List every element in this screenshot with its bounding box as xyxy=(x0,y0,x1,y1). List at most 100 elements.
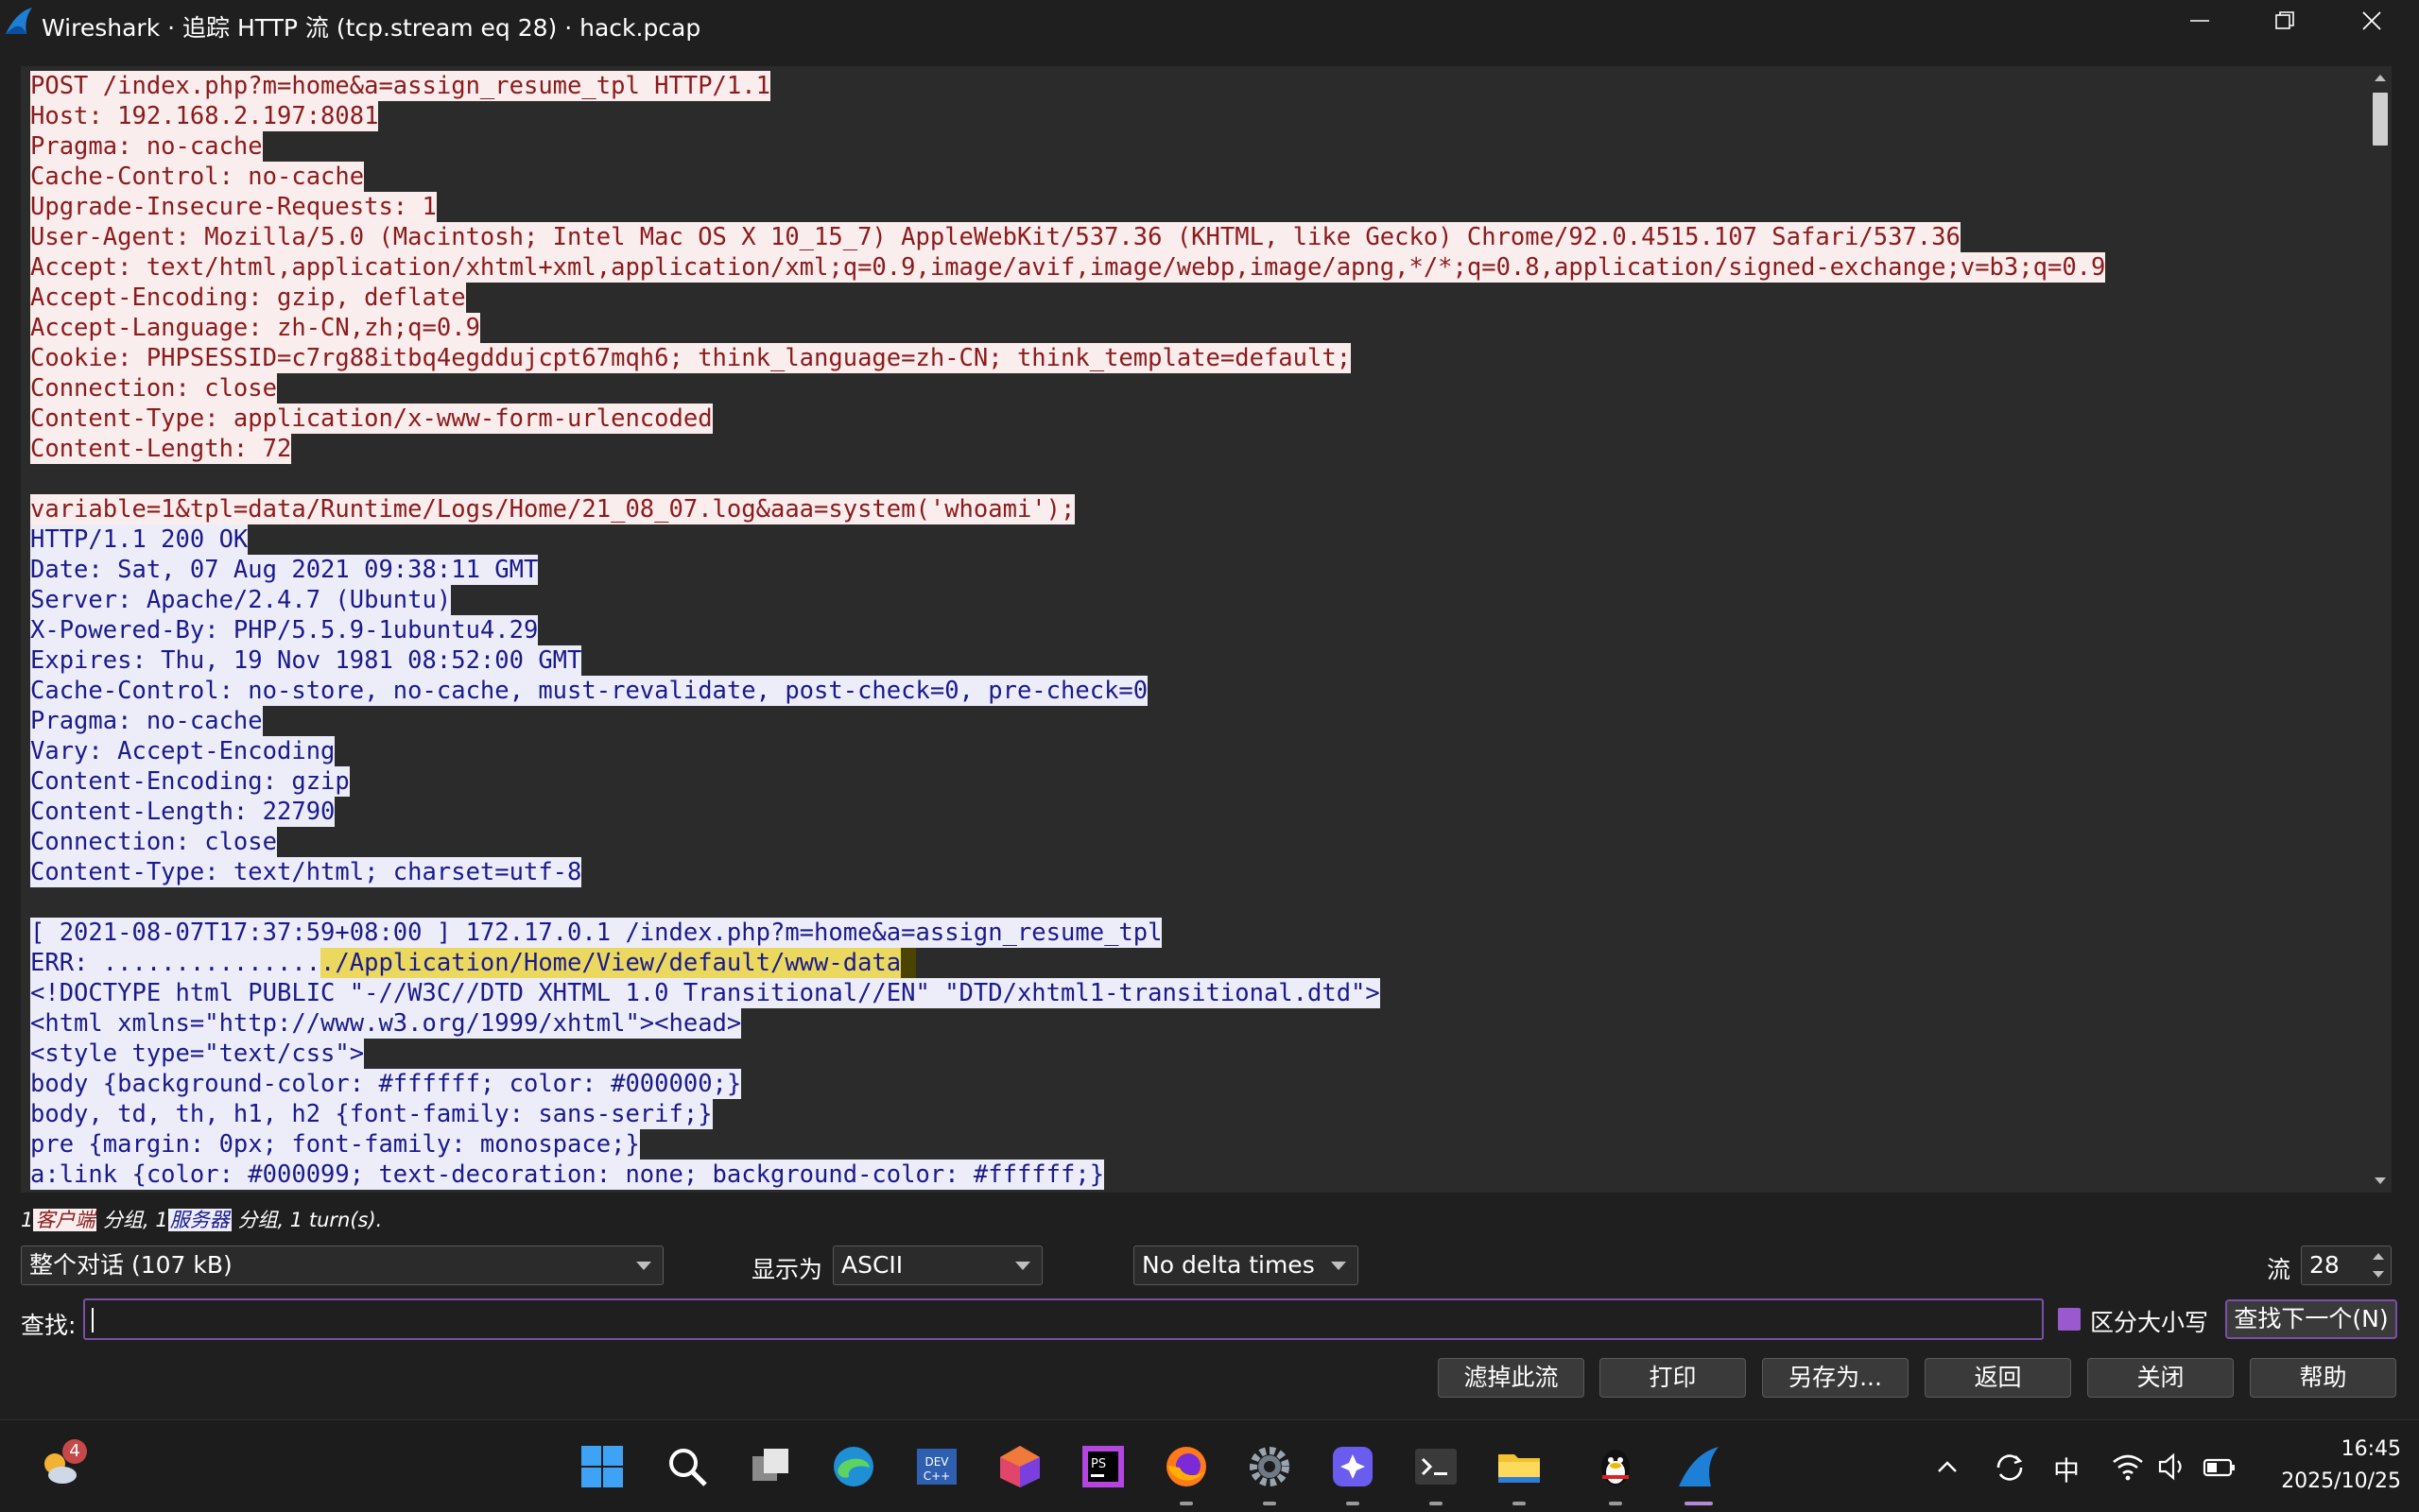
stream-line: X-Powered-By: PHP/5.5.9-1ubuntu4.29 xyxy=(30,615,2105,645)
close-window-button[interactable] xyxy=(2331,0,2414,43)
stream-line: Accept-Encoding: gzip, deflate xyxy=(30,283,2105,313)
client-text: Cache-Control: no-cache xyxy=(30,162,365,192)
server-text: Expires: Thu, 19 Nov 1981 08:52:00 GMT xyxy=(30,645,582,676)
filter-out-stream-button[interactable]: 滤掉此流 xyxy=(1438,1358,1584,1398)
stream-line: Content-Type: text/html; charset=utf-8 xyxy=(30,857,2105,887)
selection-cursor xyxy=(901,948,916,978)
chevron-up-icon[interactable] xyxy=(1934,1454,1961,1481)
windows-start-icon[interactable] xyxy=(579,1443,626,1490)
scroll-down-arrow-icon[interactable] xyxy=(2369,1170,2392,1193)
case-sensitive-checkbox[interactable] xyxy=(2058,1308,2081,1331)
client-text: Accept-Language: zh-CN,zh;q=0.9 xyxy=(30,313,480,343)
conversation-select[interactable]: 整个对话 (107 kB) xyxy=(21,1246,664,1285)
close-button[interactable]: 关闭 xyxy=(2087,1358,2234,1398)
client-text: Cookie: PHPSESSID=c7rg88itbq4egddujcpt67… xyxy=(30,343,1352,373)
server-text: pre {margin: 0px; font-family: monospace… xyxy=(30,1129,640,1160)
copilot-app-icon[interactable] xyxy=(1329,1443,1376,1490)
clock-time[interactable]: 16:45 xyxy=(2307,1437,2401,1461)
show-as-select-value: ASCII xyxy=(841,1251,904,1279)
wifi-icon[interactable] xyxy=(2112,1452,2144,1481)
client-text: Accept-Encoding: gzip, deflate xyxy=(30,283,466,313)
text-caret xyxy=(92,1308,94,1332)
show-as-select[interactable]: ASCII xyxy=(833,1246,1043,1285)
stream-line: Pragma: no-cache xyxy=(30,706,2105,736)
stream-line: a:link {color: #000099; text-decoration:… xyxy=(30,1160,2105,1190)
stream-line xyxy=(30,887,2105,918)
vertical-scrollbar[interactable] xyxy=(2369,66,2392,1193)
server-text: Server: Apache/2.4.7 (Ubuntu) xyxy=(30,585,452,615)
show-as-label: 显示为 xyxy=(752,1256,823,1283)
client-suffix: 分组, xyxy=(96,1209,156,1231)
delta-times-value: No delta times xyxy=(1142,1251,1315,1279)
stream-number-spinbox[interactable]: 28 xyxy=(2301,1246,2392,1285)
server-text: Content-Type: text/html; charset=utf-8 xyxy=(30,857,582,887)
sync-icon[interactable] xyxy=(1993,1451,2027,1485)
find-next-button[interactable]: 查找下一个(N) xyxy=(2225,1299,2397,1339)
server-text: HTTP/1.1 200 OK xyxy=(30,524,249,555)
stream-line: HTTP/1.1 200 OK xyxy=(30,524,2105,555)
terminal-running-indicator xyxy=(1429,1502,1443,1505)
svg-text:DEV: DEV xyxy=(924,1455,949,1469)
weather-badge: 4 xyxy=(62,1439,87,1464)
stream-line: Connection: close xyxy=(30,373,2105,404)
server-text: ERR: ............... xyxy=(30,948,321,978)
firefox-icon[interactable] xyxy=(1163,1443,1210,1490)
stream-label: 流 xyxy=(2267,1256,2291,1283)
help-button[interactable]: 帮助 xyxy=(2250,1358,2396,1398)
svg-text:C++: C++ xyxy=(924,1469,951,1483)
spin-up-icon[interactable] xyxy=(2368,1247,2389,1264)
ime-indicator[interactable]: 中 xyxy=(2053,1451,2080,1488)
packet-summary: 1客户端 分组, 1服务器 分组, 1 turn(s). xyxy=(21,1205,382,1233)
case-sensitive-label[interactable]: 区分大小写 xyxy=(2090,1304,2208,1338)
find-input[interactable] xyxy=(83,1298,2044,1340)
server-text: Date: Sat, 07 Aug 2021 09:38:11 GMT xyxy=(30,555,539,585)
jetbrains-toolbox-icon[interactable] xyxy=(996,1443,1044,1490)
battery-icon[interactable] xyxy=(2203,1456,2237,1479)
client-text: User-Agent: Mozilla/5.0 (Macintosh; Inte… xyxy=(30,222,1961,252)
explorer-running-indicator xyxy=(1512,1502,1526,1505)
taskbar: 4 DEV C++ PS 中 16:45 2025/10/25 xyxy=(0,1419,2419,1512)
chevron-down-icon xyxy=(636,1262,651,1270)
stream-text-area[interactable]: POST /index.php?m=home&a=assign_resume_t… xyxy=(21,66,2369,1193)
devcpp-icon[interactable]: DEVC++ xyxy=(913,1443,960,1490)
volume-icon[interactable] xyxy=(2157,1452,2187,1481)
settings-gear-icon[interactable] xyxy=(1246,1443,1293,1490)
file-explorer-icon[interactable] xyxy=(1495,1443,1543,1490)
search-icon[interactable] xyxy=(664,1443,711,1490)
client-count: 1 xyxy=(21,1209,34,1231)
stream-line: ERR: ................/Application/Home/V… xyxy=(30,948,2105,978)
wireshark-active-indicator xyxy=(1685,1502,1713,1505)
minimize-icon xyxy=(2190,20,2209,22)
terminal-icon[interactable] xyxy=(1412,1443,1460,1490)
client-text: Content-Type: application/x-www-form-url… xyxy=(30,404,713,434)
stream-lines: POST /index.php?m=home&a=assign_resume_t… xyxy=(30,71,2106,1190)
spin-down-icon[interactable] xyxy=(2368,1266,2389,1283)
scrollbar-thumb[interactable] xyxy=(2373,93,2388,146)
client-text: Content-Length: 72 xyxy=(30,434,292,464)
stream-line: Cache-Control: no-store, no-cache, must-… xyxy=(30,676,2105,706)
stream-line: variable=1&tpl=data/Runtime/Logs/Home/21… xyxy=(30,494,2105,524)
chevron-down-icon xyxy=(1015,1262,1030,1270)
server-text: Connection: close xyxy=(30,827,277,857)
restore-icon xyxy=(2275,11,2294,29)
minimize-button[interactable] xyxy=(2159,0,2242,43)
scroll-up-arrow-icon[interactable] xyxy=(2369,66,2392,89)
phpstorm-icon[interactable]: PS xyxy=(1080,1443,1127,1490)
delta-times-select[interactable]: No delta times xyxy=(1133,1246,1358,1285)
stream-line: Server: Apache/2.4.7 (Ubuntu) xyxy=(30,585,2105,615)
server-text: X-Powered-By: PHP/5.5.9-1ubuntu4.29 xyxy=(30,615,539,645)
clock-date[interactable]: 2025/10/25 xyxy=(2269,1469,2401,1493)
save-as-button[interactable]: 另存为... xyxy=(1762,1358,1909,1398)
client-text: Connection: close xyxy=(30,373,277,404)
edge-browser-icon[interactable] xyxy=(830,1443,877,1490)
stream-line: <!DOCTYPE html PUBLIC "-//W3C//DTD XHTML… xyxy=(30,978,2105,1008)
task-view-icon[interactable] xyxy=(747,1443,794,1490)
print-button[interactable]: 打印 xyxy=(1599,1358,1746,1398)
restore-button[interactable] xyxy=(2244,0,2327,43)
wireshark-taskbar-icon[interactable] xyxy=(1675,1443,1722,1490)
qq-penguin-icon[interactable] xyxy=(1592,1443,1639,1490)
server-text: Vary: Accept-Encoding xyxy=(30,736,336,766)
stream-line: Pragma: no-cache xyxy=(30,131,2105,162)
server-text: <html xmlns="http://www.w3.org/1999/xhtm… xyxy=(30,1008,742,1039)
back-button[interactable]: 返回 xyxy=(1925,1358,2071,1398)
